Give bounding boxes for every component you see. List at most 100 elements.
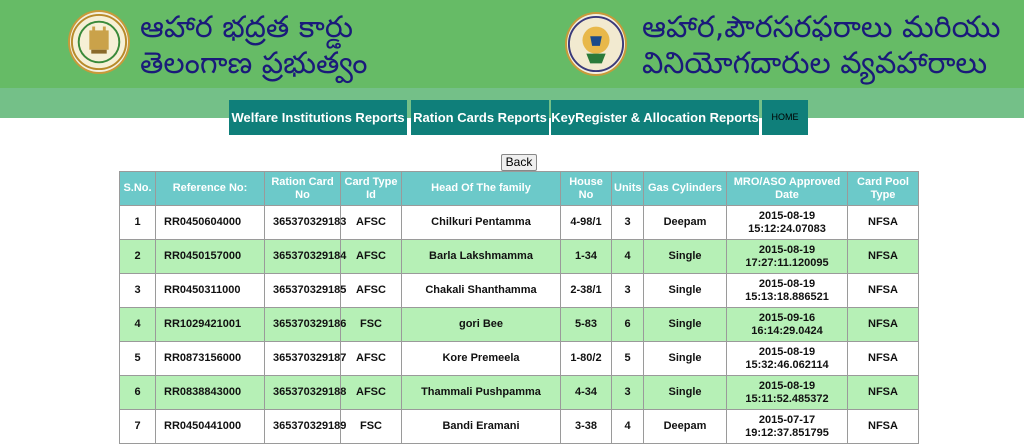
cell-house-no: 3-38: [560, 409, 612, 444]
col-header-house-no[interactable]: House No: [560, 171, 612, 206]
cell-head-of-family: Kore Premeela: [401, 341, 561, 376]
cell-house-no: 4-34: [560, 375, 612, 410]
col-header-card-type-id[interactable]: Card Type Id: [340, 171, 402, 206]
cell-gas-cylinders: Single: [643, 307, 727, 342]
cell-units: 6: [611, 307, 644, 342]
nav-welfare-institutions-reports[interactable]: Welfare Institutions Reports: [229, 100, 407, 135]
cell-house-no: 1-80/2: [560, 341, 612, 376]
cell-units: 5: [611, 341, 644, 376]
cell-approved-date: 2015-08-19 15:13:18.886521: [726, 273, 848, 308]
cell-reference-no: RR0450441000: [155, 409, 265, 444]
cell-card-pool-type: NFSA: [847, 307, 919, 342]
approved-time-value: 16:14:29.0424: [751, 324, 823, 337]
cell-ration-card-no: 365370329183: [264, 205, 346, 240]
cell-card-pool-type: NFSA: [847, 273, 919, 308]
cell-card-pool-type: NFSA: [847, 239, 919, 274]
cell-head-of-family: Chakali Shanthamma: [401, 273, 561, 308]
telangana-emblem-icon: [68, 10, 130, 74]
col-header-approved-date[interactable]: MRO/ASO Approved Date: [726, 171, 848, 206]
table-row: 2 RR0450157000 365370329184 AFSC Barla Laksh…: [119, 239, 919, 274]
approved-date-value: 2015-08-19: [758, 243, 816, 256]
cell-reference-no: RR0450604000: [155, 205, 265, 240]
table-row: 3 RR0450311000 365370329185 AFSC Chakali Sha…: [119, 273, 919, 308]
col-header-card-pool-type[interactable]: Card Pool Type: [847, 171, 919, 206]
col-header-sno[interactable]: S.No.: [119, 171, 156, 206]
cell-gas-cylinders: Deepam: [643, 409, 727, 444]
col-header-units[interactable]: Units: [611, 171, 644, 206]
cell-units: 3: [611, 205, 644, 240]
left-title-line1: ఆహార భద్రత కార్డు: [140, 10, 353, 45]
cell-units: 3: [611, 375, 644, 410]
approved-date-value: 2015-08-19: [758, 379, 816, 392]
cell-card-type: AFSC: [340, 239, 402, 274]
cell-head-of-family: gori Bee: [401, 307, 561, 342]
approved-date-value: 2015-08-19: [758, 277, 816, 290]
cell-card-type: FSC: [340, 307, 402, 342]
cell-sno: 1: [119, 205, 156, 240]
approved-time-value: 15:13:18.886521: [745, 290, 829, 303]
cell-units: 3: [611, 273, 644, 308]
cell-head-of-family: Bandi Eramani: [401, 409, 561, 444]
nav-home[interactable]: HOME: [762, 100, 808, 135]
cell-ration-card-no: 365370329188: [264, 375, 346, 410]
cell-head-of-family: Thammali Pushpamma: [401, 375, 561, 410]
col-header-reference-no[interactable]: Reference No:: [155, 171, 265, 206]
cell-sno: 5: [119, 341, 156, 376]
cell-card-type: AFSC: [340, 341, 402, 376]
approved-time-value: 15:32:46.062114: [745, 358, 829, 371]
approved-time-value: 15:11:52.485372: [745, 392, 829, 405]
table-row: 6 RR0838843000 365370329188 AFSC Thammali Pu…: [119, 375, 919, 410]
cell-approved-date: 2015-08-19 17:27:11.120095: [726, 239, 848, 274]
cell-gas-cylinders: Single: [643, 375, 727, 410]
cell-head-of-family: Chilkuri Pentamma: [401, 205, 561, 240]
cell-card-type: AFSC: [340, 205, 402, 240]
cell-ration-card-no: 365370329186: [264, 307, 346, 342]
col-header-ration-card-no[interactable]: Ration Card No: [264, 171, 341, 206]
cell-approved-date: 2015-07-17 19:12:37.851795: [726, 409, 848, 444]
col-header-gas-cylinders[interactable]: Gas Cylinders: [643, 171, 727, 206]
cell-card-type: AFSC: [340, 273, 402, 308]
cell-units: 4: [611, 239, 644, 274]
approved-time-value: 17:27:11.120095: [745, 256, 829, 269]
cell-gas-cylinders: Deepam: [643, 205, 727, 240]
approved-date-value: 2015-08-19: [758, 209, 816, 222]
approved-date-value: 2015-09-16: [758, 311, 816, 324]
cell-card-pool-type: NFSA: [847, 205, 919, 240]
approved-time-value: 19:12:37.851795: [745, 426, 829, 439]
cell-ration-card-no: 365370329189: [264, 409, 346, 444]
col-header-head-of-family[interactable]: Head Of The family: [401, 171, 561, 206]
approved-time-value: 15:12:24.07083: [748, 222, 826, 235]
cell-approved-date: 2015-08-19 15:32:46.062114: [726, 341, 848, 376]
cell-card-pool-type: NFSA: [847, 375, 919, 410]
nav-ration-cards-reports[interactable]: Ration Cards Reports: [411, 100, 549, 135]
cell-card-pool-type: NFSA: [847, 341, 919, 376]
department-logo-icon: [565, 12, 627, 76]
cell-reference-no: RR0873156000: [155, 341, 265, 376]
cell-house-no: 1-34: [560, 239, 612, 274]
cell-house-no: 4-98/1: [560, 205, 612, 240]
back-button[interactable]: Back: [501, 154, 537, 171]
cell-gas-cylinders: Single: [643, 341, 727, 376]
table-row: 5 RR0873156000 365370329187 AFSC Kore Premee…: [119, 341, 919, 376]
approved-date-value: 2015-07-17: [758, 413, 816, 426]
cell-reference-no: RR0450311000: [155, 273, 265, 308]
cell-head-of-family: Barla Lakshmamma: [401, 239, 561, 274]
cell-card-type: FSC: [340, 409, 402, 444]
cell-reference-no: RR0838843000: [155, 375, 265, 410]
left-title-line2: తెలంగాణ ప్రభుత్వం: [140, 46, 368, 81]
cell-reference-no: RR1029421001: [155, 307, 265, 342]
ration-card-table: S.No. Reference No: Ration Card No Card …: [119, 171, 919, 444]
table-body: 1 RR0450604000 365370329183 AFSC Chilkuri Pe…: [119, 205, 919, 444]
cell-approved-date: 2015-08-19 15:11:52.485372: [726, 375, 848, 410]
table-row: 1 RR0450604000 365370329183 AFSC Chilkuri Pe…: [119, 205, 919, 240]
table-header-row: S.No. Reference No: Ration Card No Card …: [119, 171, 919, 206]
cell-card-pool-type: NFSA: [847, 409, 919, 444]
cell-ration-card-no: 365370329185: [264, 273, 346, 308]
approved-date-value: 2015-08-19: [758, 345, 816, 358]
nav-keyregister-allocation-reports[interactable]: KeyRegister & Allocation Reports: [551, 100, 759, 135]
cell-sno: 3: [119, 273, 156, 308]
cell-gas-cylinders: Single: [643, 239, 727, 274]
cell-ration-card-no: 365370329184: [264, 239, 346, 274]
right-title-line2: వినియోగదారుల వ్యవహారాలు: [642, 46, 988, 81]
cell-reference-no: RR0450157000: [155, 239, 265, 274]
